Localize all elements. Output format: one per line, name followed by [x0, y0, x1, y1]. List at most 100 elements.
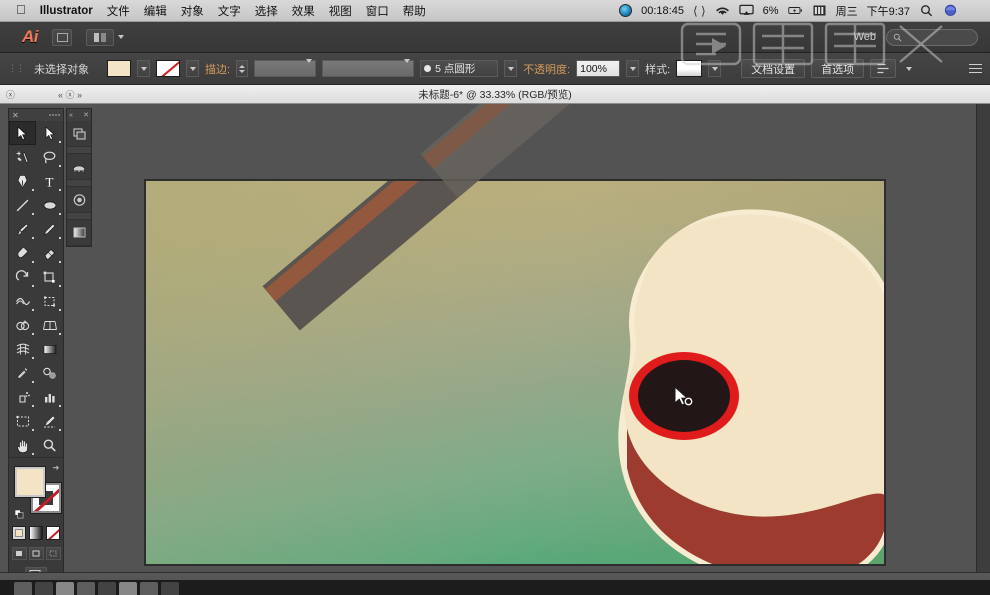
- zoom-tool[interactable]: [36, 433, 63, 457]
- gradient-tool[interactable]: [36, 337, 63, 361]
- brush-definition-dropdown[interactable]: 5 点圆形: [420, 60, 499, 77]
- slice-tool[interactable]: [36, 409, 63, 433]
- dock-header[interactable]: « ✕: [67, 109, 91, 121]
- perspective-grid-tool[interactable]: [36, 313, 63, 337]
- column-graph-tool[interactable]: [36, 385, 63, 409]
- eyedropper-tool[interactable]: [9, 361, 36, 385]
- default-fill-stroke-icon[interactable]: [15, 510, 24, 519]
- magic-wand-tool[interactable]: [9, 145, 36, 169]
- type-tool[interactable]: T: [36, 169, 63, 193]
- menu-view[interactable]: 视图: [329, 3, 352, 19]
- layers-panel-icon[interactable]: [67, 121, 91, 147]
- gradient-button[interactable]: [29, 526, 43, 540]
- stroke-swatch[interactable]: [156, 60, 180, 77]
- blend-tool[interactable]: [36, 361, 63, 385]
- style-dropdown-icon[interactable]: [708, 60, 722, 77]
- rotate-tool[interactable]: [9, 265, 36, 289]
- macos-dock[interactable]: [0, 580, 990, 595]
- menu-select[interactable]: 选择: [255, 3, 278, 19]
- gradient-panel-icon[interactable]: [67, 220, 91, 246]
- fill-dropdown-icon[interactable]: [137, 60, 150, 77]
- preferences-button[interactable]: 首选项: [811, 59, 865, 78]
- document-tab-title[interactable]: 未标题-6* @ 33.33% (RGB/预览): [418, 87, 572, 102]
- guitar-neck-inside[interactable]: [145, 180, 885, 565]
- dock-close-icon[interactable]: ✕: [83, 111, 89, 119]
- line-segment-tool[interactable]: [9, 193, 36, 217]
- menu-app-name[interactable]: Illustrator: [40, 5, 93, 17]
- screen-record-icon[interactable]: [619, 4, 633, 17]
- dock-divider-1[interactable]: [67, 147, 91, 154]
- artboard[interactable]: [145, 180, 885, 565]
- dock-divider-2[interactable]: [67, 180, 91, 187]
- ellipse-tool[interactable]: [36, 193, 63, 217]
- none-button[interactable]: [46, 526, 60, 540]
- swap-fill-stroke-icon[interactable]: [52, 465, 61, 474]
- apple-logo-icon[interactable]: : [16, 3, 26, 16]
- search-input[interactable]: [886, 28, 978, 46]
- dock-item[interactable]: [119, 582, 137, 595]
- close-icon[interactable]: ✕: [12, 111, 19, 120]
- right-panel-dock[interactable]: [976, 104, 990, 572]
- pencil-tool[interactable]: [36, 217, 63, 241]
- align-options-icon[interactable]: [870, 59, 897, 78]
- scale-tool[interactable]: [36, 265, 63, 289]
- stroke-weight-input[interactable]: [254, 58, 317, 77]
- graphic-style-swatch[interactable]: [676, 60, 703, 77]
- menu-file[interactable]: 文件: [107, 3, 130, 19]
- panel-grip[interactable]: [49, 114, 60, 116]
- artboard-tool[interactable]: [9, 409, 36, 433]
- dock-item[interactable]: [98, 582, 116, 595]
- tab-close-icon[interactable]: ⓧ: [6, 88, 15, 101]
- fill-swatch[interactable]: [107, 60, 131, 77]
- siri-icon[interactable]: [943, 4, 958, 17]
- airplay-icon[interactable]: [739, 4, 754, 17]
- draw-normal-icon[interactable]: [11, 547, 27, 560]
- menu-window[interactable]: 窗口: [366, 3, 389, 19]
- width-tool[interactable]: [9, 289, 36, 313]
- eraser-tool[interactable]: [36, 241, 63, 265]
- menu-effect[interactable]: 效果: [292, 3, 315, 19]
- paintbrush-tool[interactable]: [9, 217, 36, 241]
- symbol-sprayer-tool[interactable]: [9, 385, 36, 409]
- panel-menu-icon[interactable]: [969, 63, 982, 74]
- pen-tool[interactable]: [9, 169, 36, 193]
- opacity-input[interactable]: 100%: [576, 60, 621, 77]
- opacity-label[interactable]: 不透明度:: [523, 61, 570, 77]
- appearance-panel-icon[interactable]: [67, 187, 91, 213]
- spotlight-search-icon[interactable]: [919, 4, 934, 17]
- wifi-icon[interactable]: [715, 4, 730, 17]
- lasso-tool[interactable]: [36, 145, 63, 169]
- mesh-tool[interactable]: [9, 337, 36, 361]
- shape-builder-tool[interactable]: [9, 313, 36, 337]
- dock-divider-3[interactable]: [67, 213, 91, 220]
- dock-item[interactable]: [77, 582, 95, 595]
- control-bar-grip[interactable]: ⋮⋮: [8, 63, 25, 74]
- dock-item[interactable]: [56, 582, 74, 595]
- dock-item[interactable]: [14, 582, 32, 595]
- menu-type[interactable]: 文字: [218, 3, 241, 19]
- draw-behind-icon[interactable]: [28, 547, 44, 560]
- workspace-switcher-label[interactable]: Web: [854, 31, 876, 43]
- hand-tool[interactable]: [9, 433, 36, 457]
- bridge-icon[interactable]: [52, 28, 72, 46]
- arrange-documents-icon[interactable]: [86, 28, 114, 46]
- draw-inside-icon[interactable]: [45, 547, 61, 560]
- stroke-profile-dropdown[interactable]: [322, 58, 415, 77]
- dock-collapse-icon[interactable]: «: [69, 112, 73, 119]
- arrange-chevron-down-icon[interactable]: [118, 35, 124, 39]
- stroke-dropdown-icon[interactable]: [186, 60, 199, 77]
- menu-help[interactable]: 帮助: [403, 3, 426, 19]
- notification-center-icon[interactable]: [967, 6, 980, 15]
- stroke-weight-label[interactable]: 描边:: [205, 61, 230, 77]
- color-swatch-button[interactable]: [12, 526, 26, 540]
- battery-charging-icon[interactable]: [787, 4, 803, 17]
- dock-item[interactable]: [35, 582, 53, 595]
- dock-item[interactable]: [161, 582, 179, 595]
- direct-selection-tool[interactable]: [36, 121, 63, 145]
- fill-color-swatch[interactable]: [14, 466, 46, 498]
- brush-dropdown-icon[interactable]: [504, 60, 518, 77]
- menu-edit[interactable]: 编辑: [144, 3, 167, 19]
- document-setup-button[interactable]: 文档设置: [741, 59, 806, 78]
- blob-brush-tool[interactable]: [9, 241, 36, 265]
- stroke-weight-stepper[interactable]: [236, 60, 249, 77]
